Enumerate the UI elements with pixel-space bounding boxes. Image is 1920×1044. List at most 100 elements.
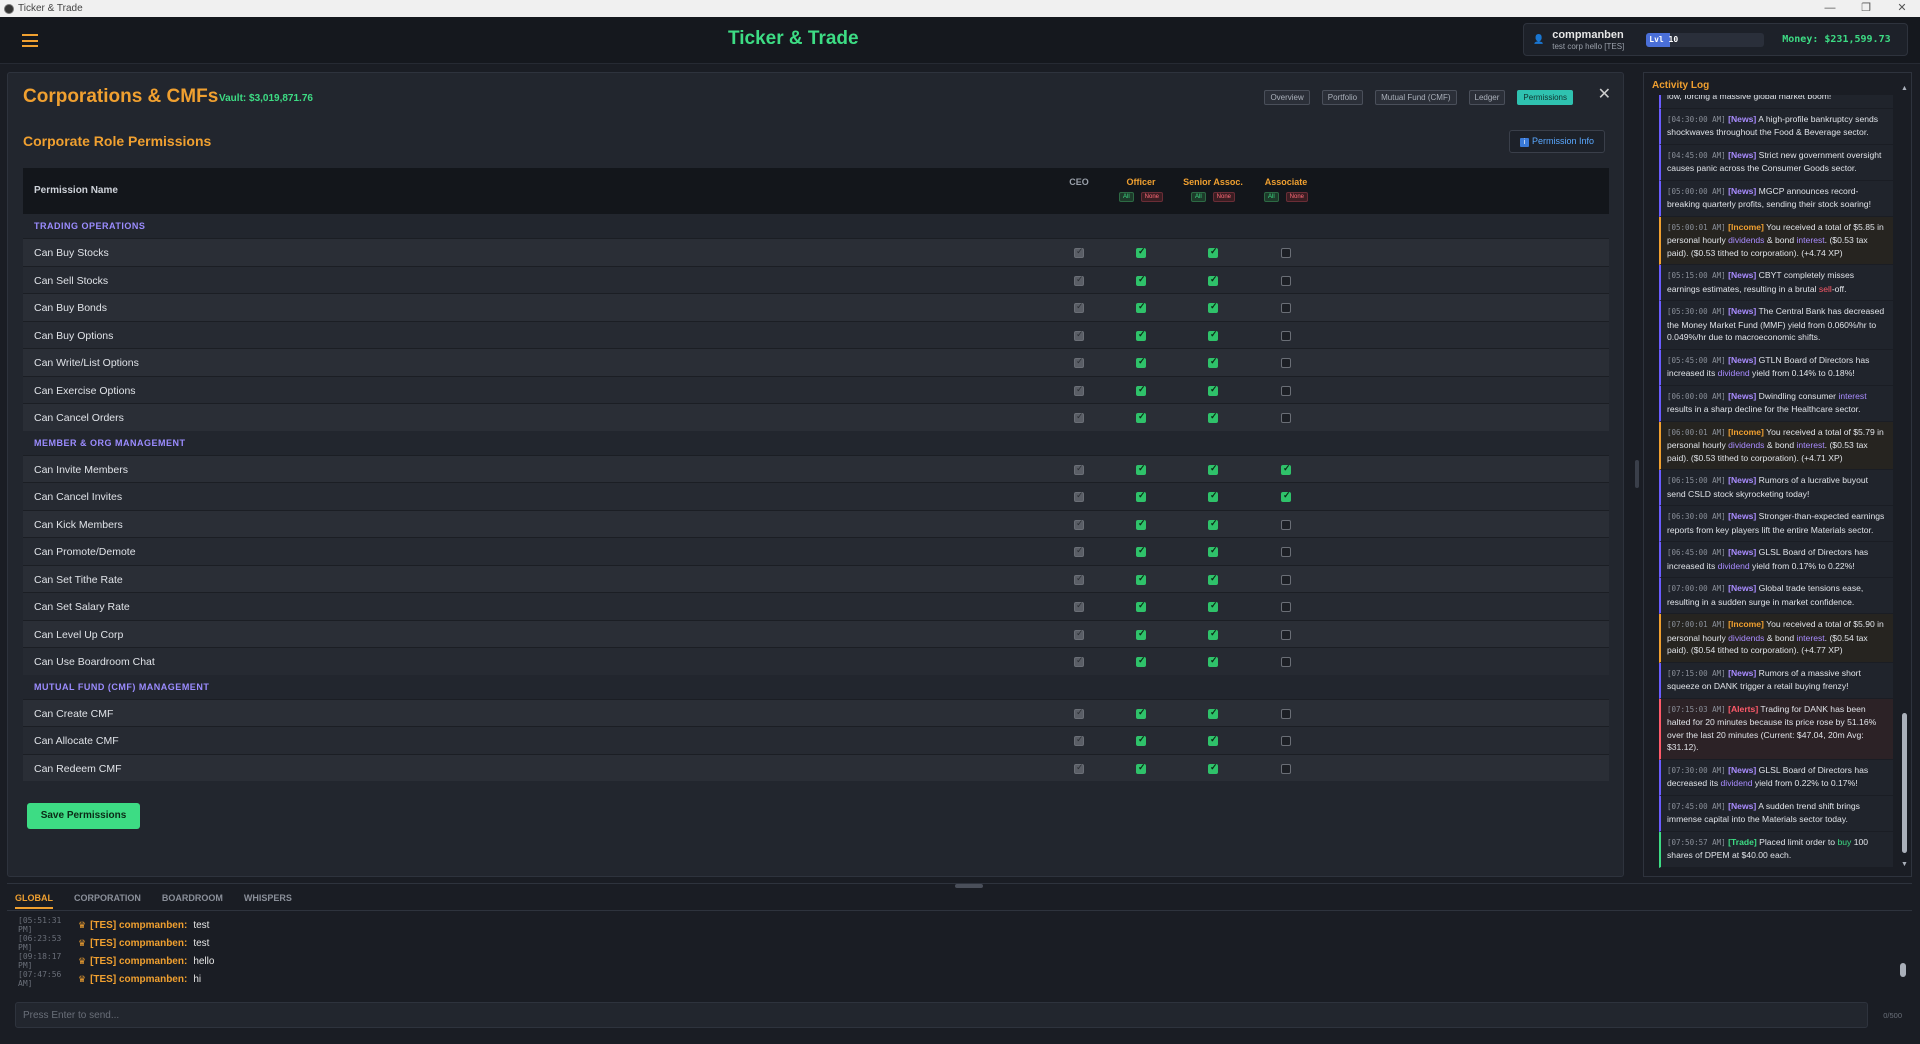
permission-checkbox[interactable]	[1208, 573, 1218, 585]
permission-checkbox[interactable]	[1208, 329, 1218, 341]
chat-username[interactable]: [TES] compmanben:	[90, 920, 187, 931]
select-all-button[interactable]: All	[1118, 192, 1134, 202]
chat-resize-handle[interactable]	[955, 884, 983, 888]
tab-ledger[interactable]: Ledger	[1468, 90, 1506, 105]
tab-mutual-fund-cmf[interactable]: Mutual Fund (CMF)	[1375, 90, 1457, 105]
chat-divider	[7, 910, 1912, 911]
permission-checkbox[interactable]	[1208, 411, 1218, 423]
permission-checkbox[interactable]	[1136, 573, 1146, 585]
menu-icon[interactable]	[22, 34, 38, 47]
select-all-button[interactable]: All	[1263, 192, 1279, 202]
chat-tab-boardroom[interactable]: BOARDROOM	[162, 893, 223, 909]
chat-scrollbar[interactable]	[1900, 914, 1906, 994]
chat-tab-corporation[interactable]: CORPORATION	[74, 893, 141, 909]
select-none-button[interactable]: None	[1140, 192, 1163, 202]
permission-checkbox[interactable]	[1136, 384, 1146, 396]
tab-permissions[interactable]: Permissions	[1517, 90, 1573, 105]
permission-checkbox[interactable]	[1281, 519, 1291, 530]
permission-checkbox[interactable]	[1136, 463, 1146, 475]
permission-checkbox[interactable]	[1281, 303, 1291, 313]
select-none-button[interactable]: None	[1285, 192, 1308, 202]
permission-checkbox[interactable]	[1208, 518, 1218, 530]
permission-checkbox[interactable]	[1208, 707, 1218, 719]
permission-name: Can Set Tithe Rate	[34, 573, 123, 586]
select-none-button[interactable]: None	[1212, 192, 1235, 202]
permission-checkbox[interactable]	[1136, 762, 1146, 774]
permission-checkbox[interactable]	[1208, 490, 1218, 502]
log-tag: [News]	[1728, 149, 1757, 160]
panel-resize-handle[interactable]	[1635, 460, 1639, 488]
permission-name: Can Use Boardroom Chat	[34, 656, 155, 668]
chat-scroll-thumb[interactable]	[1900, 963, 1906, 977]
permission-checkbox[interactable]	[1136, 274, 1146, 286]
permission-checkbox[interactable]	[1208, 463, 1218, 475]
close-window-icon[interactable]: ✕	[1884, 0, 1920, 17]
permission-checkbox[interactable]	[1208, 545, 1218, 557]
permission-name: Can Invite Members	[34, 463, 128, 476]
chat-username[interactable]: [TES] compmanben:	[90, 974, 187, 985]
permission-checkbox[interactable]	[1136, 518, 1146, 530]
permission-checkbox[interactable]	[1208, 246, 1218, 258]
permission-checkbox[interactable]	[1208, 384, 1218, 396]
close-panel-icon[interactable]: ✕	[1598, 84, 1611, 104]
chat-username[interactable]: [TES] compmanben:	[90, 956, 187, 967]
permission-checkbox[interactable]	[1281, 602, 1291, 612]
permission-checkbox[interactable]	[1136, 545, 1146, 557]
permission-checkbox[interactable]	[1281, 330, 1291, 341]
scroll-up-icon[interactable]: ▲	[1901, 85, 1908, 92]
permission-checkbox[interactable]	[1281, 657, 1291, 667]
chat-username[interactable]: [TES] compmanben:	[90, 938, 187, 949]
permission-checkbox[interactable]	[1208, 762, 1218, 774]
permission-checkbox[interactable]	[1281, 248, 1291, 258]
permission-checkbox[interactable]	[1208, 734, 1218, 746]
permission-checkbox[interactable]	[1281, 547, 1291, 557]
permission-checkbox[interactable]	[1136, 628, 1146, 640]
permission-checkbox[interactable]	[1136, 707, 1146, 719]
permission-checkbox[interactable]	[1208, 301, 1218, 313]
permission-checkbox[interactable]	[1281, 574, 1291, 585]
select-all-button[interactable]: All	[1190, 192, 1206, 202]
permission-checkbox[interactable]	[1136, 301, 1146, 313]
minimize-icon[interactable]: —	[1812, 0, 1848, 17]
permission-checkbox[interactable]	[1281, 763, 1291, 774]
permission-checkbox[interactable]	[1281, 413, 1291, 423]
permission-checkbox[interactable]	[1281, 629, 1291, 640]
permission-checkbox[interactable]	[1136, 246, 1146, 258]
log-timestamp: [05:00:00 AM]	[1667, 186, 1726, 196]
permission-checkbox[interactable]	[1136, 490, 1146, 502]
activity-scroll-thumb[interactable]	[1902, 713, 1907, 853]
permission-checkbox[interactable]	[1136, 600, 1146, 612]
permission-checkbox[interactable]	[1281, 385, 1291, 396]
restore-icon[interactable]: ❐	[1848, 0, 1884, 17]
scroll-down-icon[interactable]: ▼	[1901, 861, 1908, 868]
permission-checkbox[interactable]	[1281, 463, 1291, 475]
chat-input[interactable]	[15, 1002, 1868, 1028]
permission-checkbox[interactable]	[1208, 274, 1218, 286]
permission-checkbox[interactable]	[1136, 356, 1146, 368]
permission-checkbox[interactable]	[1208, 600, 1218, 612]
permission-checkbox[interactable]	[1281, 736, 1291, 746]
user-status-box[interactable]: 👤 compmanben test corp hello [TES] Lvl 1…	[1523, 23, 1908, 56]
permission-checkbox[interactable]	[1281, 490, 1291, 502]
log-tag: [News]	[1728, 270, 1757, 280]
permission-checkbox[interactable]	[1136, 655, 1146, 667]
permission-checkbox[interactable]	[1281, 358, 1291, 368]
permission-checkbox[interactable]	[1208, 356, 1218, 368]
permission-checkbox[interactable]	[1136, 329, 1146, 341]
tab-portfolio[interactable]: Portfolio	[1321, 90, 1364, 105]
permission-checkbox[interactable]	[1136, 734, 1146, 746]
chat-tab-whispers[interactable]: WHISPERS	[244, 893, 292, 909]
permission-checkbox[interactable]	[1208, 655, 1218, 667]
permission-checkbox[interactable]	[1208, 628, 1218, 640]
permission-checkbox[interactable]	[1136, 411, 1146, 423]
permission-info-button[interactable]: i Permission Info	[1508, 130, 1605, 153]
activity-scrollbar[interactable]: ▲ ▼	[1901, 85, 1908, 868]
save-permissions-button[interactable]: Save Permissions	[27, 803, 140, 829]
chat-tab-global[interactable]: GLOBAL	[15, 893, 53, 909]
log-item: [04:30:00 AM] [News] A high-profile bank…	[1659, 108, 1893, 145]
permission-checkbox[interactable]	[1281, 708, 1291, 719]
chat-text: hello	[193, 955, 215, 967]
permission-checkbox[interactable]	[1281, 275, 1291, 286]
tab-overview[interactable]: Overview	[1264, 90, 1310, 105]
permission-checkbox	[1074, 518, 1084, 530]
